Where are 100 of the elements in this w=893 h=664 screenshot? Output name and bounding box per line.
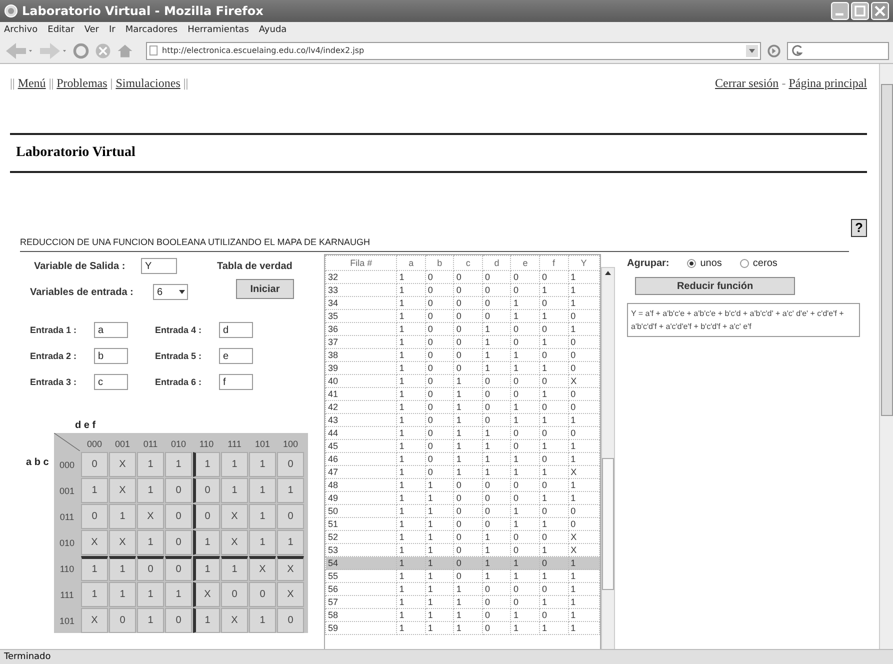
table-scrollbar[interactable]	[601, 267, 615, 649]
map-cell[interactable]: X	[221, 504, 248, 529]
map-cell[interactable]: X	[81, 608, 108, 633]
start-button[interactable]: Iniciar	[236, 279, 294, 299]
map-cell[interactable]: X	[109, 478, 136, 503]
map-cell[interactable]: 1	[221, 452, 248, 477]
table-row[interactable]: 36 1 0 0 1 0 0 1	[326, 322, 600, 336]
table-row[interactable]: 54 1 1 0 1 1 0 1	[326, 556, 600, 570]
map-cell[interactable]: 1	[165, 582, 192, 607]
forward-icon[interactable]	[38, 40, 68, 60]
stop-icon[interactable]	[94, 42, 112, 60]
map-cell[interactable]: 1	[137, 608, 164, 633]
map-cell[interactable]: 1	[221, 556, 248, 581]
map-cell[interactable]: 1	[277, 478, 304, 503]
table-row[interactable]: 58 1 1 1 0 1 0 1	[326, 608, 600, 622]
nav-link[interactable]: Simulaciones	[116, 76, 180, 91]
input-field[interactable]: c	[94, 374, 128, 390]
minimize-icon[interactable]	[831, 2, 849, 20]
output-field[interactable]: Y	[141, 258, 177, 274]
search-field[interactable]	[787, 42, 889, 60]
map-cell[interactable]: 0	[109, 608, 136, 633]
map-cell[interactable]: 1	[193, 608, 220, 633]
map-cell[interactable]: 1	[249, 478, 276, 503]
map-cell[interactable]: 0	[137, 556, 164, 581]
map-cell[interactable]: 1	[165, 452, 192, 477]
table-row[interactable]: 48 1 1 0 0 0 0 1	[326, 478, 600, 492]
map-cell[interactable]: 0	[221, 582, 248, 607]
nav-link[interactable]: Problemas	[56, 76, 108, 91]
table-row[interactable]: 56 1 1 1 0 0 0 1	[326, 582, 600, 596]
map-cell[interactable]: X	[277, 556, 304, 581]
map-cell[interactable]: 1	[249, 530, 276, 555]
table-row[interactable]: 40 1 0 1 0 0 0 X	[326, 374, 600, 388]
map-cell[interactable]: 1	[221, 478, 248, 503]
map-cell[interactable]: 0	[165, 556, 192, 581]
map-cell[interactable]: 1	[137, 582, 164, 607]
map-cell[interactable]: 0	[81, 504, 108, 529]
map-cell[interactable]: 1	[109, 582, 136, 607]
radio-option[interactable]: unos	[687, 258, 722, 269]
input-field[interactable]: a	[94, 322, 128, 338]
nav-link[interactable]: Página principal	[788, 76, 867, 91]
table-row[interactable]: 46 1 0 1 1 1 0 1	[326, 452, 600, 466]
table-row[interactable]: 44 1 0 1 1 0 0 0	[326, 426, 600, 440]
table-row[interactable]: 35 1 0 0 0 1 1 0	[326, 310, 600, 322]
scroll-thumb[interactable]	[602, 458, 614, 590]
table-row[interactable]: 39 1 0 0 1 1 1 0	[326, 362, 600, 374]
map-cell[interactable]: X	[221, 530, 248, 555]
help-button[interactable]: ?	[851, 219, 867, 237]
input-field[interactable]: d	[219, 322, 253, 338]
close-icon[interactable]	[871, 2, 889, 20]
map-cell[interactable]: 0	[193, 504, 220, 529]
map-cell[interactable]: 1	[81, 582, 108, 607]
map-cell[interactable]: 1	[249, 504, 276, 529]
map-cell[interactable]: 0	[165, 478, 192, 503]
reduce-button[interactable]: Reducir función	[635, 277, 795, 295]
page-scrollbar[interactable]	[879, 64, 893, 649]
map-cell[interactable]: X	[137, 504, 164, 529]
table-row[interactable]: 41 1 0 1 0 0 1 0	[326, 388, 600, 400]
map-cell[interactable]: 0	[277, 452, 304, 477]
table-row[interactable]: 49 1 1 0 0 0 1 1	[326, 492, 600, 504]
dropdown-icon[interactable]	[746, 44, 758, 56]
map-cell[interactable]: 0	[277, 608, 304, 633]
map-cell[interactable]: 1	[137, 478, 164, 503]
map-cell[interactable]: 0	[165, 608, 192, 633]
input-field[interactable]: e	[219, 348, 253, 364]
table-row[interactable]: 33 1 0 0 0 0 1 1	[326, 284, 600, 296]
address-field[interactable]: http://electronica.escuelaing.edu.co/lv4/index2.jsp	[146, 42, 761, 60]
map-cell[interactable]: 1	[193, 530, 220, 555]
nav-link[interactable]: Cerrar sesión	[715, 76, 779, 91]
table-row[interactable]: 57 1 1 1 0 0 1 1	[326, 596, 600, 608]
map-cell[interactable]: 1	[109, 504, 136, 529]
table-row[interactable]: 52 1 1 0 1 0 0 X	[326, 530, 600, 544]
radio-option[interactable]: ceros	[740, 258, 778, 269]
input-field[interactable]: f	[219, 374, 253, 390]
map-cell[interactable]: 1	[137, 530, 164, 555]
table-row[interactable]: 34 1 0 0 0 1 0 1	[326, 296, 600, 310]
map-cell[interactable]: X	[109, 452, 136, 477]
menu-item[interactable]: Marcadores	[125, 25, 178, 35]
table-row[interactable]: 38 1 0 0 1 1 0 0	[326, 348, 600, 362]
map-cell[interactable]: 0	[165, 504, 192, 529]
map-cell[interactable]: X	[277, 582, 304, 607]
menu-item[interactable]: Ayuda	[258, 25, 287, 35]
table-row[interactable]: 47 1 0 1 1 1 1 X	[326, 466, 600, 478]
table-row[interactable]: 55 1 1 0 1 1 1 1	[326, 570, 600, 582]
nav-link[interactable]: Menú	[18, 76, 46, 91]
map-cell[interactable]: X	[81, 530, 108, 555]
map-cell[interactable]: 1	[277, 530, 304, 555]
map-cell[interactable]: 0	[277, 504, 304, 529]
table-row[interactable]: 59 1 1 1 0 1 1 1	[326, 622, 600, 634]
map-cell[interactable]: 0	[81, 452, 108, 477]
table-row[interactable]: 32 1 0 0 0 0 0 1	[326, 270, 600, 284]
input-field[interactable]: b	[94, 348, 128, 364]
map-cell[interactable]: 1	[193, 452, 220, 477]
table-row[interactable]: 42 1 0 1 0 1 0 0	[326, 400, 600, 414]
map-cell[interactable]: X	[221, 608, 248, 633]
map-cell[interactable]: 0	[249, 582, 276, 607]
map-cell[interactable]: 1	[81, 478, 108, 503]
go-icon[interactable]	[765, 42, 783, 60]
table-row[interactable]: 50 1 1 0 0 1 0 0	[326, 504, 600, 518]
map-cell[interactable]: 1	[109, 556, 136, 581]
reload-icon[interactable]	[72, 42, 90, 60]
